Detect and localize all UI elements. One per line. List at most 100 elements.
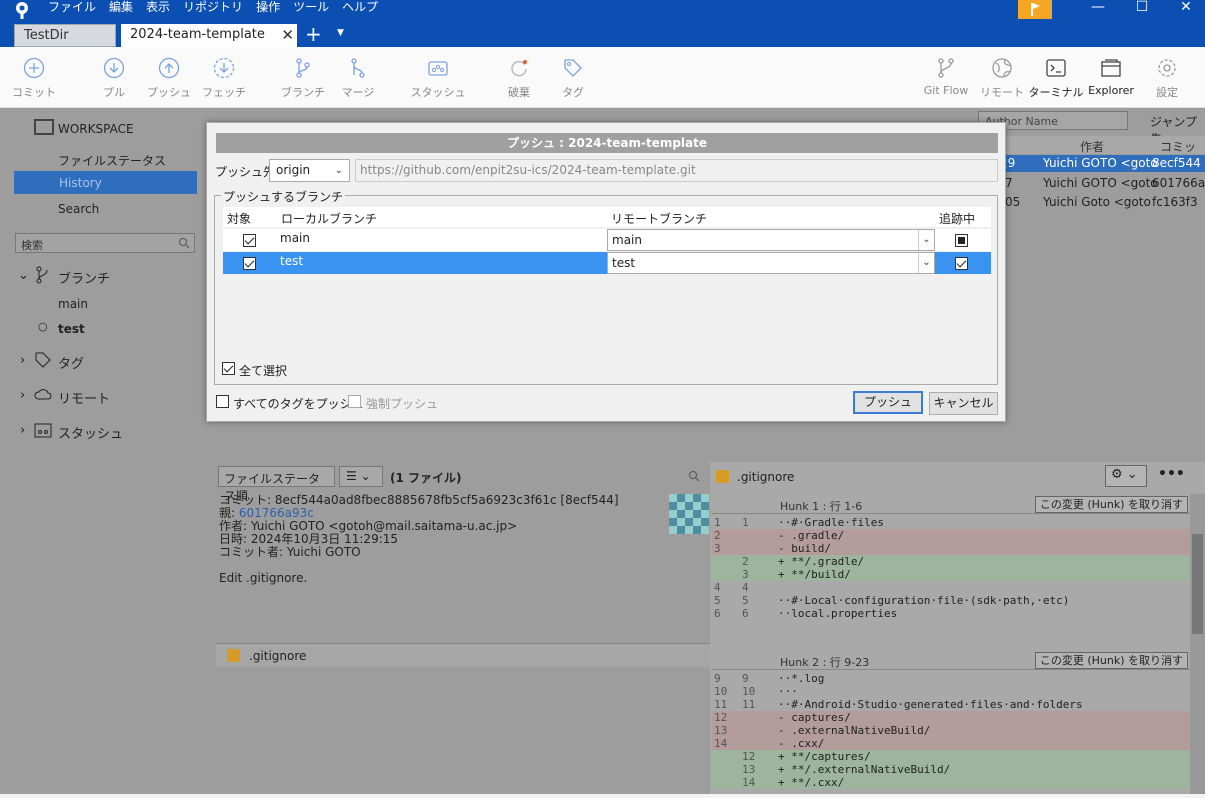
sidebar-item-branch-test[interactable]: test bbox=[58, 322, 85, 336]
diff-line: 11 11 ··#·Android·Studio·generated·files·a… bbox=[712, 698, 1190, 711]
gitflow-button[interactable]: Git Flow bbox=[916, 57, 976, 97]
settings-label: 設定 bbox=[1156, 86, 1178, 99]
old-line-number: 3 bbox=[714, 542, 721, 555]
diff-line: 44 bbox=[712, 581, 1190, 594]
menu-view[interactable]: 表示 bbox=[146, 0, 170, 16]
diff-file-name: .gitignore bbox=[737, 470, 795, 484]
diff-line: 14 + **/.cxx/ bbox=[712, 776, 1190, 789]
diff-scrollbar[interactable] bbox=[1190, 494, 1205, 794]
push-all-tags-checkbox[interactable] bbox=[216, 395, 229, 408]
chevron-down-icon[interactable]: ⌄ bbox=[18, 268, 29, 283]
parent-link[interactable]: 601766a93c bbox=[239, 506, 314, 520]
branch-icon bbox=[296, 58, 310, 78]
tab-testdir[interactable]: TestDir bbox=[14, 24, 116, 47]
cloud-icon bbox=[34, 389, 52, 400]
minimize-icon[interactable]: — bbox=[1076, 0, 1120, 16]
push-button[interactable]: プッシュ bbox=[139, 57, 199, 100]
menu-actions[interactable]: 操作 bbox=[256, 0, 280, 16]
tag-icon bbox=[564, 59, 582, 77]
remote-select[interactable]: origin ⌄ bbox=[269, 159, 350, 182]
sidebar-item-file-status[interactable]: ファイルステータス bbox=[58, 152, 166, 169]
row-hash: 601766a bbox=[1152, 176, 1205, 190]
old-line-number: 4 bbox=[714, 581, 721, 594]
avatar bbox=[669, 494, 709, 534]
menu-file[interactable]: ファイル bbox=[48, 0, 96, 16]
sidebar-section-branches[interactable]: ブランチ bbox=[58, 268, 110, 287]
chevron-right-icon[interactable]: › bbox=[20, 423, 25, 438]
branch-button[interactable]: ブランチ bbox=[273, 57, 333, 100]
table-row[interactable]: 05 Yuichi Goto <goto fc163f3 bbox=[1000, 194, 1205, 211]
folder-icon bbox=[1101, 59, 1121, 77]
diff-line-text: ··local.properties bbox=[778, 607, 898, 620]
push-main-checkbox[interactable] bbox=[243, 234, 256, 247]
file-list-item[interactable]: .gitignore bbox=[216, 643, 710, 667]
pull-button[interactable]: プル bbox=[84, 57, 144, 100]
tab-dropdown-icon[interactable]: ▼ bbox=[337, 28, 344, 38]
terminal-icon bbox=[1046, 59, 1066, 77]
sidebar-item-search[interactable]: Search bbox=[58, 202, 99, 216]
flag-icon[interactable] bbox=[1018, 0, 1052, 19]
sidebar-item-branch-main[interactable]: main bbox=[58, 297, 88, 311]
sidebar-section-remotes[interactable]: リモート bbox=[58, 388, 110, 407]
table-row[interactable]: 29 Yuichi GOTO <goto 8ecf544 bbox=[1000, 155, 1205, 172]
fetch-button[interactable]: フェッチ bbox=[194, 57, 254, 100]
menu-help[interactable]: ヘルプ bbox=[342, 0, 378, 16]
col-author[interactable]: 作者 bbox=[1080, 138, 1104, 155]
diff-options-gear-icon[interactable]: ⚙ ⌄ bbox=[1105, 465, 1147, 487]
parent-label: 親: bbox=[219, 506, 236, 520]
settings-button[interactable]: 設定 bbox=[1137, 57, 1197, 100]
diff-line: 10 10 ··· bbox=[712, 685, 1190, 698]
discard-hunk-button[interactable]: この変更 (Hunk) を取り消す bbox=[1034, 652, 1188, 669]
search-icon[interactable] bbox=[688, 470, 700, 482]
remote-branch-select[interactable]: main ⌄ bbox=[607, 229, 935, 251]
old-line-number: 1 bbox=[714, 516, 721, 529]
new-tab-icon[interactable]: + bbox=[305, 23, 322, 45]
table-row[interactable]: 7 Yuichi GOTO <goto 601766a bbox=[1000, 175, 1205, 192]
file-sort-select[interactable]: ファイルステータス順 bbox=[218, 466, 335, 503]
close-icon[interactable]: ✕ bbox=[1164, 0, 1205, 16]
commit-info: コミット: 8ecf544a0ad8fbec8885678fb5cf5a6923… bbox=[219, 494, 619, 585]
tab-2024-team-template[interactable]: 2024-team-template ✕ bbox=[121, 24, 297, 47]
tracking-main-checkbox[interactable] bbox=[955, 234, 968, 247]
discard-button[interactable]: 破棄 bbox=[489, 57, 549, 100]
push-test-checkbox[interactable] bbox=[243, 257, 256, 270]
tracking-test-checkbox[interactable] bbox=[955, 257, 968, 270]
diff-line: 13 - .externalNativeBuild/ bbox=[712, 724, 1190, 737]
explorer-button[interactable]: Explorer bbox=[1081, 57, 1141, 97]
sourcetree-window: ファイル 編集 表示 リポジトリ 操作 ツール ヘルプ — ☐ ✕ TestDi… bbox=[0, 0, 1205, 798]
terminal-button[interactable]: ターミナル bbox=[1026, 57, 1086, 100]
gitflow-icon bbox=[938, 58, 954, 78]
branch-row-test[interactable]: test test ⌄ bbox=[223, 252, 991, 274]
sidebar-section-tags[interactable]: タグ bbox=[58, 353, 84, 372]
sidebar-section-stash[interactable]: スタッシュ bbox=[58, 423, 123, 442]
row-author: Yuichi GOTO <goto bbox=[1043, 156, 1158, 170]
discard-hunk-button[interactable]: この変更 (Hunk) を取り消す bbox=[1034, 496, 1188, 513]
menu-tools[interactable]: ツール bbox=[293, 0, 329, 16]
select-all-checkbox[interactable] bbox=[222, 362, 235, 375]
remote-button[interactable]: リモート bbox=[972, 57, 1032, 100]
commit-button[interactable]: コミット bbox=[4, 57, 64, 100]
merge-button[interactable]: マージ bbox=[328, 57, 388, 100]
remote-branch-select[interactable]: test ⌄ bbox=[607, 252, 935, 274]
new-line-number: 2 bbox=[742, 555, 749, 568]
push-confirm-button[interactable]: プッシュ bbox=[853, 391, 923, 414]
new-line-number: 5 bbox=[742, 594, 749, 607]
sidebar-item-history[interactable]: History bbox=[14, 171, 197, 194]
tag-button[interactable]: タグ bbox=[543, 57, 603, 100]
maximize-icon[interactable]: ☐ bbox=[1120, 0, 1164, 16]
view-mode-select[interactable]: ☰ ⌄ bbox=[339, 466, 383, 487]
sidebar-search-input[interactable]: 検索 bbox=[15, 233, 195, 253]
menu-repository[interactable]: リポジトリ bbox=[183, 0, 243, 16]
cancel-button[interactable]: キャンセル bbox=[929, 392, 998, 415]
chevron-right-icon[interactable]: › bbox=[20, 388, 25, 403]
hunk-title: Hunk 1 : 行 1-6 bbox=[780, 500, 863, 513]
tab-close-icon[interactable]: ✕ bbox=[281, 24, 294, 46]
menu-edit[interactable]: 編集 bbox=[109, 0, 133, 16]
col-target: 対象 bbox=[227, 212, 252, 226]
force-push-checkbox[interactable] bbox=[348, 395, 361, 408]
chevron-right-icon[interactable]: › bbox=[20, 353, 25, 368]
stash-button[interactable]: スタッシュ bbox=[408, 57, 468, 100]
more-options-icon[interactable]: ••• bbox=[1158, 466, 1185, 482]
branch-row-main[interactable]: main main ⌄ bbox=[223, 229, 991, 251]
chevron-down-icon: ⌄ bbox=[334, 165, 343, 176]
